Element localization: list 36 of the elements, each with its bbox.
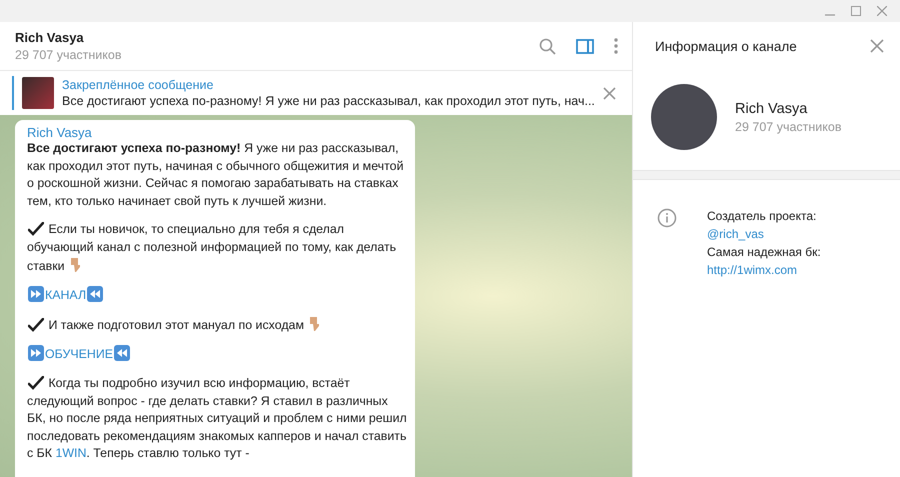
info-link[interactable]: @rich_vas xyxy=(707,226,821,243)
message-paragraph: И также подготовил этот мануал по исходам xyxy=(27,316,407,334)
close-icon[interactable] xyxy=(870,39,884,53)
pinned-label[interactable]: Закреплённое сообщение xyxy=(62,78,595,92)
close-icon[interactable] xyxy=(603,86,616,100)
message-link[interactable]: 1WIN xyxy=(55,446,86,460)
message-link[interactable]: КАНАЛ xyxy=(45,288,86,302)
member-count: 29 707 участников xyxy=(735,120,842,134)
rewind-icon xyxy=(114,345,130,362)
panel-title: Информация о канале xyxy=(655,38,797,54)
message-paragraph: Если ты новичок, то специально для тебя я сделал обучающий канал с полезной информацией по тому, как делать ставки xyxy=(27,221,398,275)
rewind-icon xyxy=(87,286,104,302)
check-icon xyxy=(28,318,44,332)
check-icon xyxy=(28,376,44,390)
info-label: Создатель проекта: xyxy=(707,208,818,225)
info-label: Самая надежная бк: xyxy=(707,244,821,261)
maximize-icon[interactable] xyxy=(850,5,862,17)
info-link[interactable]: http://1wimx.com xyxy=(707,262,821,279)
fast-forward-icon xyxy=(28,286,44,302)
pinned-accent-bar xyxy=(12,76,14,110)
fast-forward-icon xyxy=(28,345,44,362)
pinned-message-text[interactable]: Все достигают успеха по-разному! Я уже ни раз рассказывал, как проходил этот путь, нач... xyxy=(62,94,595,108)
search-icon[interactable] xyxy=(539,38,556,54)
sidebar-toggle-icon[interactable] xyxy=(576,38,594,54)
member-count: 29 707 участников xyxy=(15,48,122,62)
message-paragraph: Все достигают успеха по-разному! Я уже ни раз рассказывал, как проходил этот путь, начиная с обычного общежития и мечтой о роскошной жизни. Сейчас я помогаю зарабатывать на ставках тем, кто только начинает свой путь к лучшей жизни. xyxy=(27,140,404,210)
message-paragraph: Когда ты подробно изучил всю информацию, встаёт следующий вопрос - где делать ставки? Я ставил в различных БК, но после ряда неприятных ситуаций и проблем с ними решил последовать рекомендациям знакомых капперов и начал ставить с БК 1WIN. Теперь ставлю только тут - xyxy=(27,374,407,462)
info-icon xyxy=(657,208,677,228)
message-author: Rich Vasya xyxy=(27,125,93,140)
channel-name: Rich Vasya xyxy=(735,100,808,116)
chat-title: Rich Vasya xyxy=(15,30,85,45)
check-icon xyxy=(28,222,44,236)
photo-placeholder xyxy=(22,77,54,109)
message-link[interactable]: ОБУЧЕНИЕ xyxy=(45,347,113,362)
close-icon[interactable] xyxy=(876,5,888,17)
more-menu-icon[interactable] xyxy=(614,38,618,54)
